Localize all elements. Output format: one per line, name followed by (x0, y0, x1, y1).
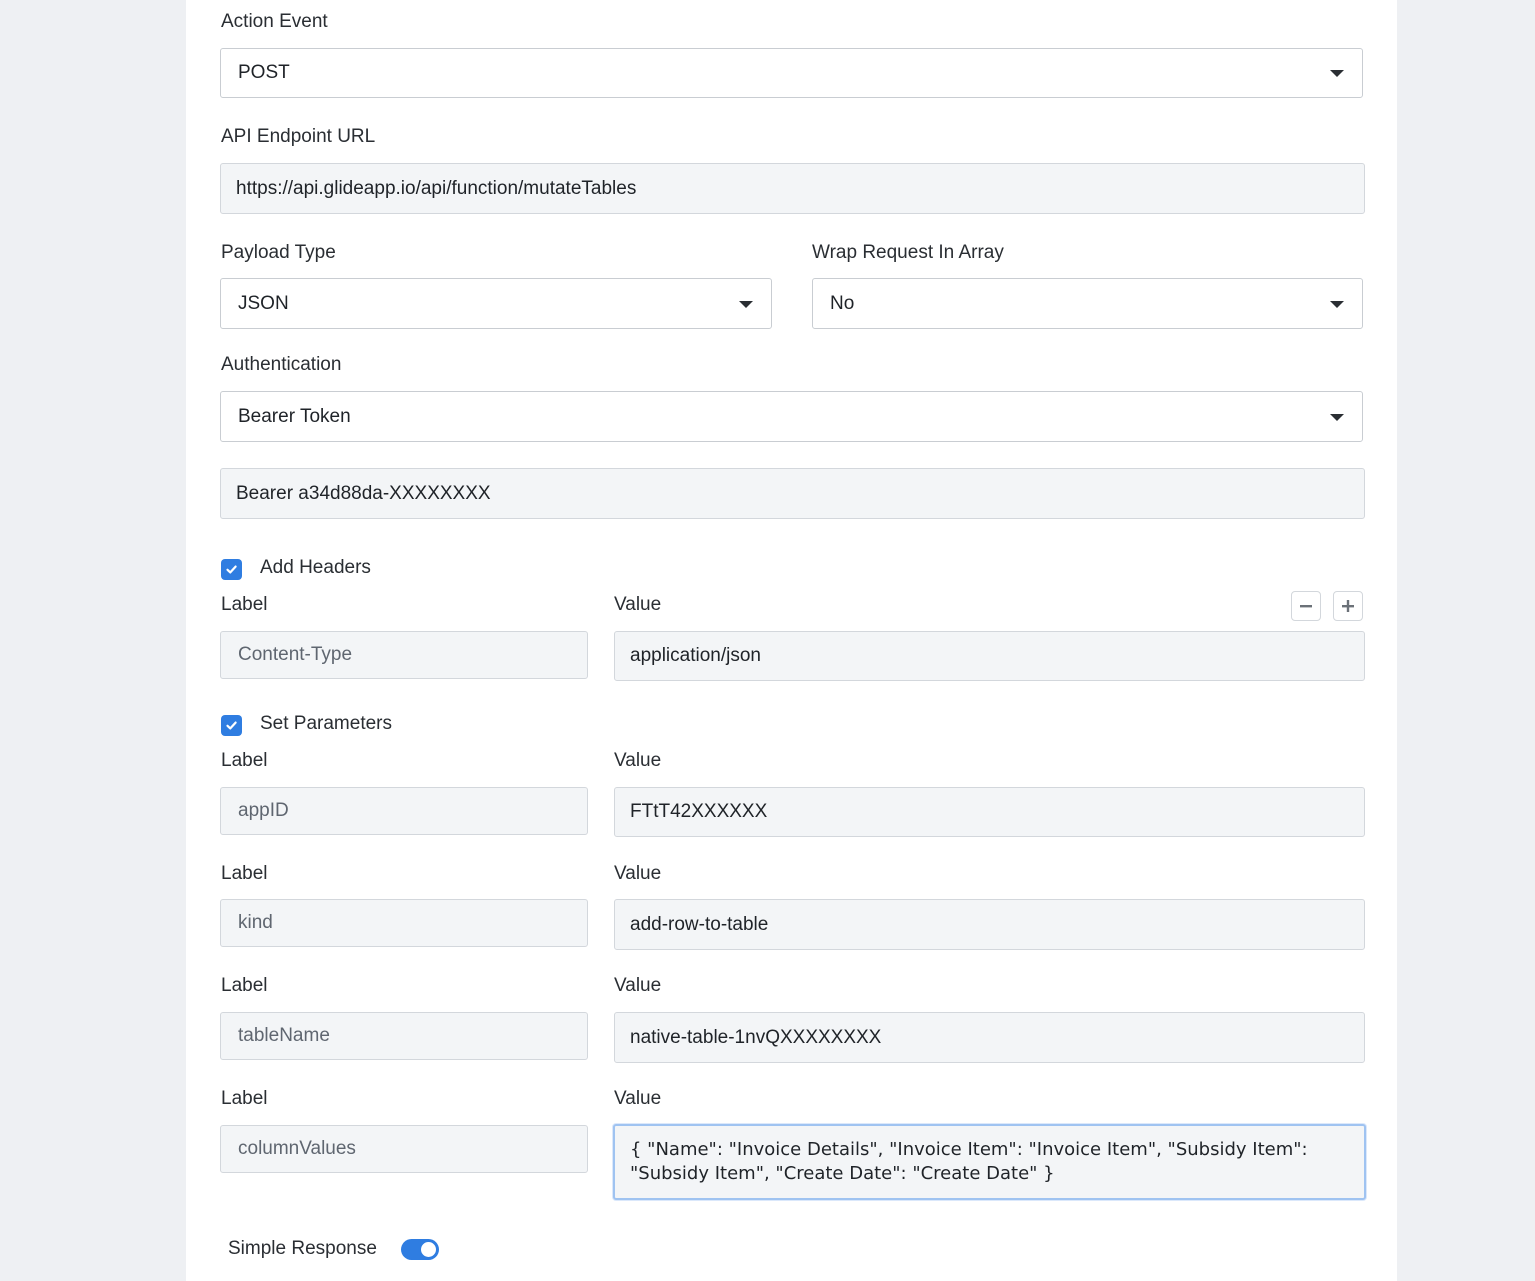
param-label-caption: Label (221, 750, 268, 771)
action-event-select[interactable]: POST (220, 48, 1363, 98)
param-value-input-kind[interactable]: add-row-to-table (614, 899, 1365, 950)
param-label-caption: Label (221, 975, 268, 996)
remove-header-button[interactable] (1291, 591, 1321, 621)
param-label-input-columnvalues[interactable]: columnValues (220, 1125, 588, 1173)
payload-type-value: JSON (238, 292, 289, 314)
param-label-input-tablename[interactable]: tableName (220, 1012, 588, 1060)
header-value-input[interactable]: application/json (614, 631, 1365, 681)
api-endpoint-input[interactable]: https://api.glideapp.io/api/function/mut… (220, 163, 1365, 214)
param-label-input-appid[interactable]: appID (220, 787, 588, 835)
header-value-caption: Value (614, 594, 662, 615)
authentication-value: Bearer Token (238, 405, 351, 427)
payload-type-select[interactable]: JSON (220, 278, 772, 329)
minus-icon (1300, 605, 1312, 608)
header-label-caption: Label (221, 594, 268, 615)
add-headers-checkbox[interactable] (221, 559, 242, 580)
header-label-input[interactable]: Content-Type (220, 631, 588, 679)
check-icon (226, 565, 237, 574)
param-value-caption: Value (614, 863, 662, 884)
param-label-caption: Label (221, 1088, 268, 1109)
chevron-down-icon (1330, 413, 1344, 421)
wrap-request-label: Wrap Request In Array (812, 242, 1004, 263)
param-label-caption: Label (221, 863, 268, 884)
chevron-down-icon (1330, 300, 1344, 308)
chevron-down-icon (739, 300, 753, 308)
param-value-caption: Value (614, 1088, 662, 1109)
authentication-select[interactable]: Bearer Token (220, 391, 1363, 442)
param-value-caption: Value (614, 750, 662, 771)
wrap-request-value: No (830, 292, 855, 314)
param-value-caption: Value (614, 975, 662, 996)
action-event-value: POST (238, 62, 290, 83)
add-header-button[interactable] (1333, 591, 1363, 621)
plus-icon (1342, 600, 1354, 612)
add-headers-label: Add Headers (260, 557, 371, 578)
set-parameters-label: Set Parameters (260, 713, 392, 734)
simple-response-label: Simple Response (228, 1238, 377, 1259)
bearer-token-input[interactable]: Bearer a34d88da-XXXXXXXX (220, 468, 1365, 519)
set-parameters-checkbox[interactable] (221, 715, 242, 736)
simple-response-toggle[interactable] (401, 1239, 439, 1260)
toggle-knob (421, 1242, 436, 1257)
authentication-label: Authentication (221, 354, 342, 375)
param-value-input-tablename[interactable]: native-table-1nvQXXXXXXXX (614, 1012, 1365, 1063)
param-value-textarea-columnvalues[interactable]: { "Name": "Invoice Details", "Invoice It… (613, 1124, 1366, 1200)
param-label-input-kind[interactable]: kind (220, 899, 588, 947)
payload-type-label: Payload Type (221, 242, 336, 263)
chevron-down-icon (1330, 70, 1344, 77)
check-icon (226, 721, 237, 730)
api-endpoint-label: API Endpoint URL (221, 126, 376, 147)
action-event-label: Action Event (221, 11, 328, 32)
wrap-request-select[interactable]: No (812, 278, 1363, 329)
param-value-input-appid[interactable]: FTtT42XXXXXX (614, 787, 1365, 837)
